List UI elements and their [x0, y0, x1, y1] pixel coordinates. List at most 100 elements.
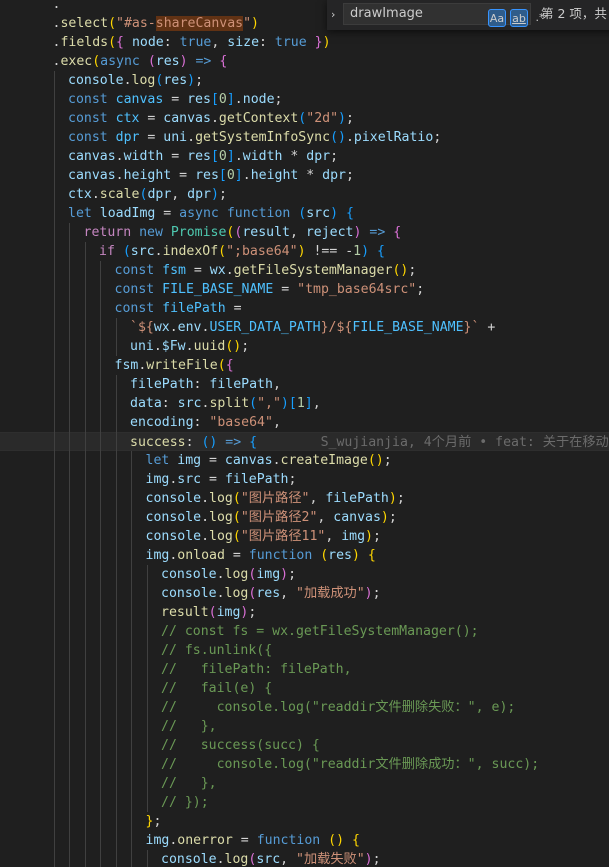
- code-line[interactable]: const canvas = res[0].node;: [0, 90, 609, 109]
- code-line[interactable]: const fsm = wx.getFileSystemManager();: [0, 261, 609, 280]
- code-line[interactable]: };: [0, 812, 609, 831]
- code-line[interactable]: // console.log("readdir文件删除失败：", e);: [0, 698, 609, 717]
- code-token: node: [131, 35, 164, 50]
- code-line[interactable]: .fields({ node: true, size: true }): [0, 33, 609, 52]
- code-line[interactable]: // });: [0, 793, 609, 812]
- code-line[interactable]: if (src.indexOf(";base64") !== -1) {: [0, 242, 609, 261]
- code-token: (: [217, 358, 226, 373]
- code-token: =: [201, 453, 225, 468]
- code-line[interactable]: console.log(src, "加载失败");: [0, 850, 609, 867]
- match-case-toggle[interactable]: Aa: [488, 9, 506, 27]
- code-token: let: [145, 453, 178, 468]
- code-token: true: [274, 35, 307, 50]
- code-line[interactable]: let loadImg = async function (src) {: [0, 204, 609, 223]
- code-token: ;: [218, 187, 227, 202]
- code-line[interactable]: data: src.split(",")[1],: [0, 394, 609, 413]
- code-token: ctx: [68, 187, 92, 202]
- code-token: src: [306, 206, 331, 221]
- code-token: ;: [396, 491, 405, 506]
- code-token: ,: [211, 35, 228, 50]
- code-line[interactable]: img.onload = function (res) {: [0, 546, 609, 565]
- code-token: (: [208, 605, 217, 620]
- find-input[interactable]: drawImage Aa ab .*: [343, 3, 545, 27]
- code-line[interactable]: .exec(async (res) => {: [0, 52, 609, 71]
- code-line[interactable]: canvas.height = res[0].height * dpr;: [0, 166, 609, 185]
- code-token: .: [210, 111, 219, 126]
- code-line[interactable]: console.log(res, "加载成功");: [0, 584, 609, 603]
- code-line[interactable]: console.log(res);: [0, 71, 609, 90]
- code-token: ;: [388, 510, 397, 525]
- code-line[interactable]: ctx.scale(dpr, dpr);: [0, 185, 609, 204]
- code-line[interactable]: let img = canvas.createImage();: [0, 451, 609, 470]
- chevron-right-icon[interactable]: ›: [331, 6, 341, 24]
- code-token: ): [361, 244, 377, 259]
- code-line[interactable]: // },: [0, 717, 609, 736]
- code-line[interactable]: filePath: filePath,: [0, 375, 609, 394]
- find-query-text: drawImage: [350, 6, 423, 21]
- code-token: log: [131, 73, 156, 88]
- code-line[interactable]: console.log("图片路径11", img);: [0, 527, 609, 546]
- code-line[interactable]: // success(succ) {: [0, 736, 609, 755]
- code-line[interactable]: const ctx = canvas.getContext("2d");: [0, 109, 609, 128]
- indent-guide: [84, 242, 86, 867]
- code-token: res: [187, 92, 211, 107]
- code-line[interactable]: // filePath: filePath,: [0, 660, 609, 679]
- whole-word-toggle[interactable]: ab: [510, 9, 528, 27]
- code-token: width: [123, 149, 164, 164]
- code-token: true: [179, 35, 212, 50]
- code-token: console: [161, 567, 217, 582]
- code-token: .: [201, 510, 210, 525]
- code-line[interactable]: // fs.unlink({: [0, 641, 609, 660]
- code-token: "base64": [209, 415, 273, 430]
- code-token: }: [306, 35, 323, 50]
- code-line[interactable]: encoding: "base64",: [0, 413, 609, 432]
- code-token: .: [123, 73, 132, 88]
- code-token: FILE_BASE_NAME: [162, 282, 274, 297]
- code-line[interactable]: // const fs = wx.getFileSystemManager();: [0, 622, 609, 641]
- code-line[interactable]: // },: [0, 774, 609, 793]
- code-token: ,: [171, 187, 188, 202]
- code-token: dpr: [147, 187, 172, 202]
- code-token: // });: [161, 795, 209, 810]
- code-token: *: [298, 168, 323, 183]
- git-blame-annotation: S_wujianjia, 4个月前 • feat: 关于在移动银行: [257, 435, 609, 450]
- code-line[interactable]: img.onerror = function () {: [0, 831, 609, 850]
- code-line[interactable]: const dpr = uni.getSystemInfoSync().pixe…: [0, 128, 609, 147]
- code-line[interactable]: img.src = filePath;: [0, 470, 609, 489]
- code-token: "图片路径11": [240, 529, 326, 544]
- code-token: fsm: [114, 358, 139, 373]
- code-line[interactable]: success: () => { S_wujianjia, 4个月前 • fea…: [0, 432, 609, 451]
- code-line[interactable]: // fail(e) {: [0, 679, 609, 698]
- code-line[interactable]: console.log("图片路径", filePath);: [0, 489, 609, 508]
- code-token: (: [232, 529, 241, 544]
- indent-guide: [146, 565, 148, 812]
- code-line[interactable]: canvas.width = res[0].width * dpr;: [0, 147, 609, 166]
- code-editor[interactable]: . .select("#as-shareCanvas") .fields({ no…: [0, 0, 609, 867]
- code-token: select: [60, 16, 109, 31]
- code-line[interactable]: `${wx.env.USER_DATA_PATH}/${FILE_BASE_NA…: [0, 318, 609, 337]
- code-token: (): [330, 130, 346, 145]
- code-line[interactable]: console.log(img);: [0, 565, 609, 584]
- code-line[interactable]: result(img);: [0, 603, 609, 622]
- code-token: (): [201, 435, 218, 450]
- code-token: img: [145, 548, 170, 563]
- code-token: =: [139, 130, 164, 145]
- code-line[interactable]: // console.log("readdir文件删除成功：", succ);: [0, 755, 609, 774]
- code-line[interactable]: console.log("图片路径2", canvas);: [0, 508, 609, 527]
- code-line[interactable]: uni.$Fw.uuid();: [0, 337, 609, 356]
- code-token: dpr: [322, 168, 346, 183]
- code-token: result: [242, 225, 290, 240]
- code-token: FILE_BASE_NAME: [352, 320, 464, 335]
- code-line[interactable]: return new Promise((result, reject) => {: [0, 223, 609, 242]
- code-line[interactable]: const filePath =: [0, 299, 609, 318]
- code-token: const: [114, 282, 163, 297]
- code-token: }`: [463, 320, 480, 335]
- code-token: .: [345, 130, 354, 145]
- code-line[interactable]: fsm.writeFile({: [0, 356, 609, 375]
- code-token: src: [130, 244, 155, 259]
- code-line[interactable]: const FILE_BASE_NAME = "tmp_base64src";: [0, 280, 609, 299]
- code-token: :: [161, 396, 178, 411]
- code-token: .: [91, 187, 100, 202]
- code-token: (: [218, 244, 227, 259]
- code-token: .: [242, 168, 251, 183]
